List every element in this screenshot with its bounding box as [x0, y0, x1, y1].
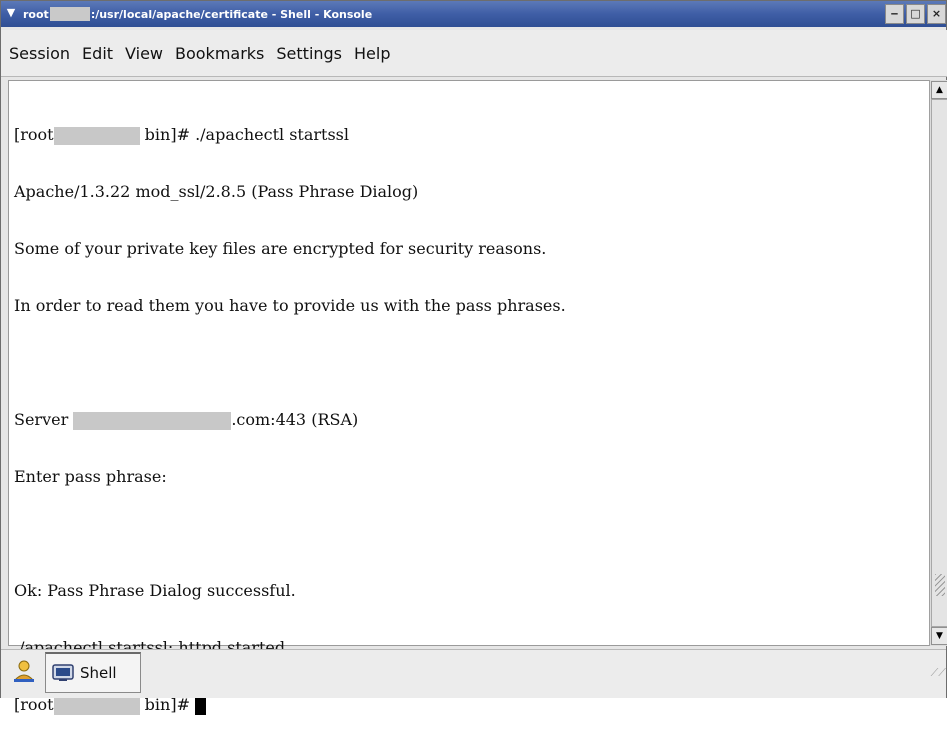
menu-view[interactable]: View: [119, 40, 169, 67]
maximize-button[interactable]: □: [906, 4, 925, 24]
window-title: root :/usr/local/apache/certificate - Sh…: [23, 7, 372, 21]
terminal-line: In order to read them you have to provid…: [14, 296, 566, 315]
text-cursor: [195, 696, 207, 715]
chevron-down-icon[interactable]: ▼: [4, 6, 18, 20]
title-bar[interactable]: ▼ root :/usr/local/apache/certificate - …: [1, 1, 946, 27]
terminal-line: Server .com:443 (RSA): [14, 410, 566, 430]
terminal-line: Apache/1.3.22 mod_ssl/2.8.5 (Pass Phrase…: [14, 182, 419, 201]
terminal-line: Ok: Pass Phrase Dialog successful.: [14, 581, 296, 600]
menu-bar: Session Edit View Bookmarks Settings Hel…: [1, 30, 947, 77]
redacted-hostname: [53, 126, 140, 145]
terminal-line: Some of your private key files are encry…: [14, 239, 547, 258]
minimize-button[interactable]: ‒: [885, 4, 904, 24]
menu-bookmarks[interactable]: Bookmarks: [169, 40, 270, 67]
window-controls: ‒ □ ×: [885, 4, 946, 24]
terminal-icon: [52, 664, 74, 681]
scroll-up-arrow-icon[interactable]: ▲: [931, 81, 947, 99]
prompt-user: [root: [14, 125, 54, 144]
grip-icon: [935, 574, 945, 596]
session-tab-bar: Shell ⟋⟋: [1, 649, 946, 698]
tab-label: Shell: [80, 664, 117, 682]
close-button[interactable]: ×: [927, 4, 946, 24]
new-session-button[interactable]: [7, 654, 41, 688]
redacted-hostname: [53, 696, 140, 715]
terminal-output[interactable]: [root bin]# ./apachectl startssl Apache/…: [8, 80, 929, 715]
terminal-line: Enter pass phrase:: [14, 467, 167, 486]
new-session-icon: [13, 660, 35, 682]
title-user: root: [23, 7, 49, 21]
server-label: Server: [14, 410, 74, 429]
scroll-thumb[interactable]: [931, 99, 947, 627]
vertical-scrollbar[interactable]: ▲ ▼: [929, 80, 947, 646]
menu-edit[interactable]: Edit: [76, 40, 119, 67]
menu-settings[interactable]: Settings: [270, 40, 348, 67]
konsole-window: ▼ root :/usr/local/apache/certificate - …: [0, 0, 947, 715]
redacted-hostname: [49, 7, 90, 21]
menu-help[interactable]: Help: [348, 40, 396, 67]
redacted-domain: [73, 411, 232, 430]
menu-session[interactable]: Session: [3, 40, 76, 67]
terminal-line: [root bin]# ./apachectl startssl: [14, 125, 566, 145]
title-path: :/usr/local/apache/certificate - Shell -…: [90, 7, 373, 21]
server-port: .com:443 (RSA): [231, 410, 359, 429]
scroll-down-arrow-icon[interactable]: ▼: [931, 627, 947, 645]
tab-shell[interactable]: Shell: [45, 652, 141, 693]
command-text: bin]# ./apachectl startssl: [139, 125, 349, 144]
resize-grip-icon[interactable]: ⟋⟋: [931, 666, 946, 680]
